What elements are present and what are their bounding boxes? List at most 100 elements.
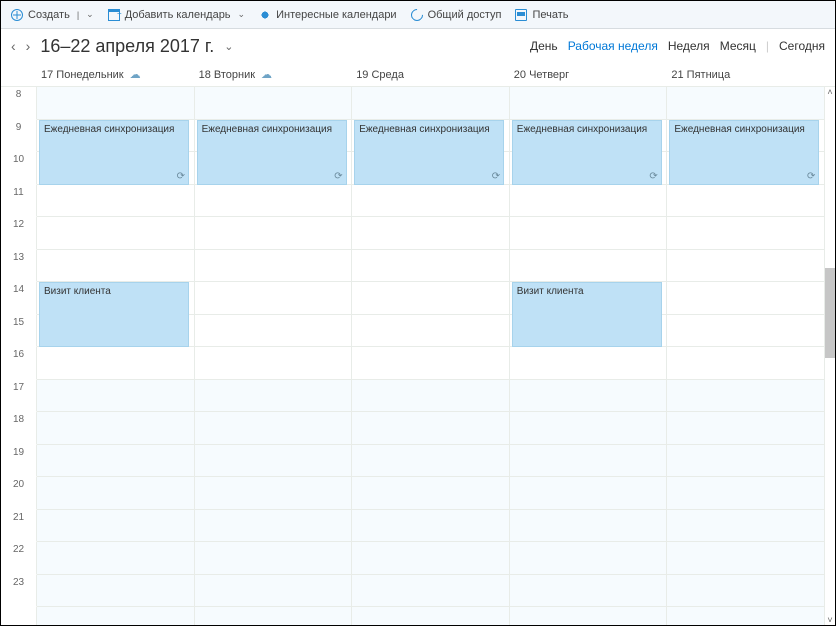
- time-slot[interactable]: [510, 380, 668, 413]
- event-sync[interactable]: Ежедневная синхронизация⟳: [39, 120, 189, 185]
- time-slot[interactable]: [352, 315, 510, 348]
- day-header[interactable]: 17 Понедельник☁: [37, 68, 195, 81]
- time-slot[interactable]: [195, 607, 353, 625]
- time-slot[interactable]: [667, 185, 825, 218]
- scroll-down-button[interactable]: ˅: [825, 615, 835, 625]
- time-slot[interactable]: [667, 347, 825, 380]
- time-slot[interactable]: [37, 445, 195, 478]
- time-slot[interactable]: [195, 87, 353, 120]
- time-slot[interactable]: [667, 282, 825, 315]
- view-day[interactable]: День: [530, 39, 558, 53]
- time-slot[interactable]: [195, 542, 353, 575]
- event-visit[interactable]: Визит клиента: [39, 282, 189, 347]
- time-slot[interactable]: [352, 185, 510, 218]
- time-slot[interactable]: [195, 477, 353, 510]
- time-slot[interactable]: [510, 217, 668, 250]
- time-slot[interactable]: [352, 87, 510, 120]
- time-slot[interactable]: [667, 607, 825, 625]
- time-slot[interactable]: [352, 542, 510, 575]
- time-slot[interactable]: [510, 542, 668, 575]
- interesting-calendars-button[interactable]: Интересные календари: [259, 9, 396, 21]
- time-slot[interactable]: [352, 445, 510, 478]
- day-header[interactable]: 20 Четверг: [510, 69, 668, 81]
- time-slot[interactable]: [510, 87, 668, 120]
- time-slot[interactable]: [510, 412, 668, 445]
- view-today[interactable]: Сегодня: [779, 39, 825, 53]
- time-slot[interactable]: [667, 575, 825, 608]
- time-slot[interactable]: [195, 510, 353, 543]
- time-slot[interactable]: [195, 445, 353, 478]
- view-month[interactable]: Месяц: [720, 39, 756, 53]
- time-slot[interactable]: [667, 412, 825, 445]
- time-slot[interactable]: [667, 250, 825, 283]
- time-slot[interactable]: [352, 217, 510, 250]
- view-week[interactable]: Неделя: [668, 39, 710, 53]
- create-button[interactable]: Создать | ⌄: [11, 9, 94, 21]
- time-slot[interactable]: [195, 380, 353, 413]
- time-slot[interactable]: [37, 185, 195, 218]
- time-slot[interactable]: [37, 477, 195, 510]
- time-slot[interactable]: [195, 250, 353, 283]
- scroll-up-button[interactable]: ˄: [825, 87, 835, 97]
- time-slot[interactable]: [195, 315, 353, 348]
- time-slot[interactable]: [667, 477, 825, 510]
- time-slot[interactable]: [37, 510, 195, 543]
- time-slot[interactable]: [195, 347, 353, 380]
- time-slot[interactable]: [667, 380, 825, 413]
- time-slot[interactable]: [37, 380, 195, 413]
- time-slot[interactable]: [352, 412, 510, 445]
- time-slot[interactable]: [667, 217, 825, 250]
- day-header[interactable]: 21 Пятница: [667, 69, 825, 81]
- time-slot[interactable]: [667, 510, 825, 543]
- chevron-down-icon[interactable]: ⌄: [224, 40, 233, 53]
- time-slot[interactable]: [510, 510, 668, 543]
- event-sync[interactable]: Ежедневная синхронизация⟳: [512, 120, 662, 185]
- time-slot[interactable]: [352, 607, 510, 625]
- time-slot[interactable]: [352, 575, 510, 608]
- time-slot[interactable]: [667, 315, 825, 348]
- time-slot[interactable]: [37, 217, 195, 250]
- chevron-down-icon[interactable]: ⌄: [238, 9, 246, 20]
- time-slot[interactable]: [510, 445, 668, 478]
- time-slot[interactable]: [667, 445, 825, 478]
- time-slot[interactable]: [510, 477, 668, 510]
- next-week-button[interactable]: ›: [26, 38, 31, 54]
- time-slot[interactable]: [37, 575, 195, 608]
- time-slot[interactable]: [510, 185, 668, 218]
- share-button[interactable]: Общий доступ: [411, 9, 502, 21]
- time-slot[interactable]: [510, 607, 668, 625]
- time-slot[interactable]: [37, 87, 195, 120]
- chevron-down-icon[interactable]: ⌄: [86, 9, 94, 20]
- time-slot[interactable]: [352, 250, 510, 283]
- time-slot[interactable]: [352, 347, 510, 380]
- time-slot[interactable]: [352, 380, 510, 413]
- time-slot[interactable]: [195, 412, 353, 445]
- time-slot[interactable]: [195, 185, 353, 218]
- day-header[interactable]: 19 Среда: [352, 69, 510, 81]
- event-sync[interactable]: Ежедневная синхронизация⟳: [354, 120, 504, 185]
- time-slot[interactable]: [195, 282, 353, 315]
- time-slot[interactable]: [667, 87, 825, 120]
- time-slot[interactable]: [195, 575, 353, 608]
- add-calendar-button[interactable]: Добавить календарь ⌄: [108, 9, 245, 21]
- event-sync[interactable]: Ежедневная синхронизация⟳: [197, 120, 347, 185]
- event-sync[interactable]: Ежедневная синхронизация⟳: [669, 120, 819, 185]
- time-slot[interactable]: [510, 575, 668, 608]
- event-visit[interactable]: Визит клиента: [512, 282, 662, 347]
- time-slot[interactable]: [352, 282, 510, 315]
- time-slot[interactable]: [195, 217, 353, 250]
- time-slot[interactable]: [37, 607, 195, 625]
- time-slot[interactable]: [37, 347, 195, 380]
- time-slot[interactable]: [510, 347, 668, 380]
- scrollbar-thumb[interactable]: [825, 268, 835, 358]
- time-slot[interactable]: [510, 250, 668, 283]
- day-header[interactable]: 18 Вторник☁: [195, 68, 353, 81]
- time-slot[interactable]: [37, 250, 195, 283]
- time-slot[interactable]: [667, 542, 825, 575]
- time-slot[interactable]: [37, 412, 195, 445]
- time-slot[interactable]: [37, 542, 195, 575]
- view-workweek[interactable]: Рабочая неделя: [568, 39, 658, 53]
- print-button[interactable]: Печать: [515, 9, 568, 21]
- time-slot[interactable]: [352, 510, 510, 543]
- prev-week-button[interactable]: ‹: [11, 38, 16, 54]
